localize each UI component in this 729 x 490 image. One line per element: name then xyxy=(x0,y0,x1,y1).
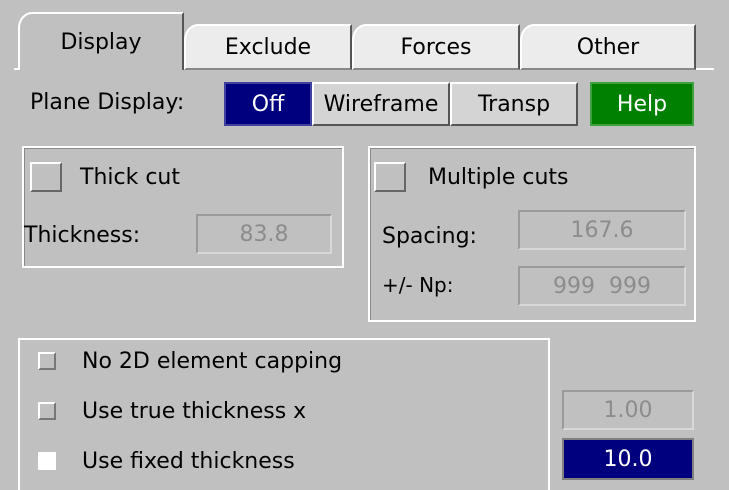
thickness-value: 83.8 xyxy=(239,221,289,247)
tab-display-label: Display xyxy=(60,29,142,55)
plane-display-off-button[interactable]: Off xyxy=(224,82,312,126)
help-button-label: Help xyxy=(616,91,668,117)
fixed-thickness-value: 10.0 xyxy=(603,446,653,472)
use-fixed-thickness-checkbox[interactable] xyxy=(38,452,56,470)
tab-forces[interactable]: Forces xyxy=(352,24,520,70)
use-true-thickness-checkbox[interactable] xyxy=(38,402,56,420)
plane-display-wireframe-label: Wireframe xyxy=(323,91,439,117)
fixed-thickness-field[interactable]: 10.0 xyxy=(562,438,694,480)
use-true-thickness-label: Use true thickness x xyxy=(82,399,307,424)
spacing-value: 167.6 xyxy=(570,217,634,243)
multiple-cuts-label: Multiple cuts xyxy=(428,165,569,190)
np-value: 999 999 xyxy=(553,273,651,299)
plane-display-transp-button[interactable]: Transp xyxy=(450,82,578,126)
tab-other[interactable]: Other xyxy=(520,24,696,70)
plane-display-transp-label: Transp xyxy=(477,91,551,117)
np-field[interactable]: 999 999 xyxy=(518,266,686,306)
tab-other-label: Other xyxy=(576,34,640,60)
no-2d-capping-label: No 2D element capping xyxy=(82,349,343,374)
true-thickness-field[interactable]: 1.00 xyxy=(562,390,694,430)
tab-display[interactable]: Display xyxy=(18,12,184,70)
use-fixed-thickness-label: Use fixed thickness xyxy=(82,449,295,474)
tab-forces-label: Forces xyxy=(400,34,472,60)
np-label: +/- Np: xyxy=(382,273,454,297)
multiple-cuts-checkbox[interactable] xyxy=(374,162,406,192)
spacing-field[interactable]: 167.6 xyxy=(518,210,686,250)
tab-exclude[interactable]: Exclude xyxy=(184,24,352,70)
thickness-field[interactable]: 83.8 xyxy=(196,214,332,254)
plane-display-label: Plane Display: xyxy=(30,90,185,115)
true-thickness-value: 1.00 xyxy=(603,397,653,423)
thick-cut-label: Thick cut xyxy=(80,165,180,190)
plane-display-off-label: Off xyxy=(251,91,285,117)
spacing-label: Spacing: xyxy=(382,224,477,249)
thickness-label: Thickness: xyxy=(24,223,141,248)
no-2d-capping-checkbox[interactable] xyxy=(38,352,56,370)
help-button[interactable]: Help xyxy=(590,82,694,126)
tab-exclude-label: Exclude xyxy=(224,34,312,60)
plane-display-wireframe-button[interactable]: Wireframe xyxy=(312,82,450,126)
thick-cut-checkbox[interactable] xyxy=(30,162,62,192)
